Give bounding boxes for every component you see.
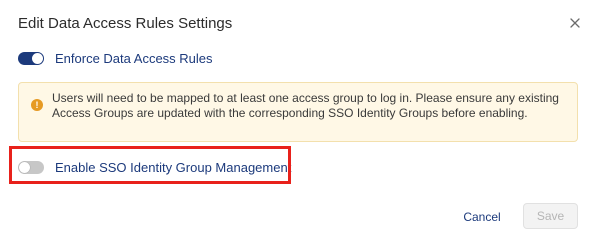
save-button[interactable]: Save [523,203,578,229]
highlight-box [9,146,291,184]
warning-alert: ! Users will need to be mapped to at lea… [18,82,578,142]
warning-alert-text: Users will need to be mapped to at least… [52,91,559,120]
enforce-data-access-toggle[interactable] [18,52,44,65]
warning-icon: ! [31,99,43,111]
cancel-button[interactable]: Cancel [452,206,512,228]
toggle-knob [32,53,43,64]
edit-data-access-rules-dialog: Edit Data Access Rules Settings Enforce … [0,0,596,245]
dialog-title: Edit Data Access Rules Settings [18,15,233,32]
close-icon[interactable] [566,14,584,32]
enforce-data-access-label: Enforce Data Access Rules [55,51,213,66]
enforce-data-access-row: Enforce Data Access Rules [18,51,213,66]
